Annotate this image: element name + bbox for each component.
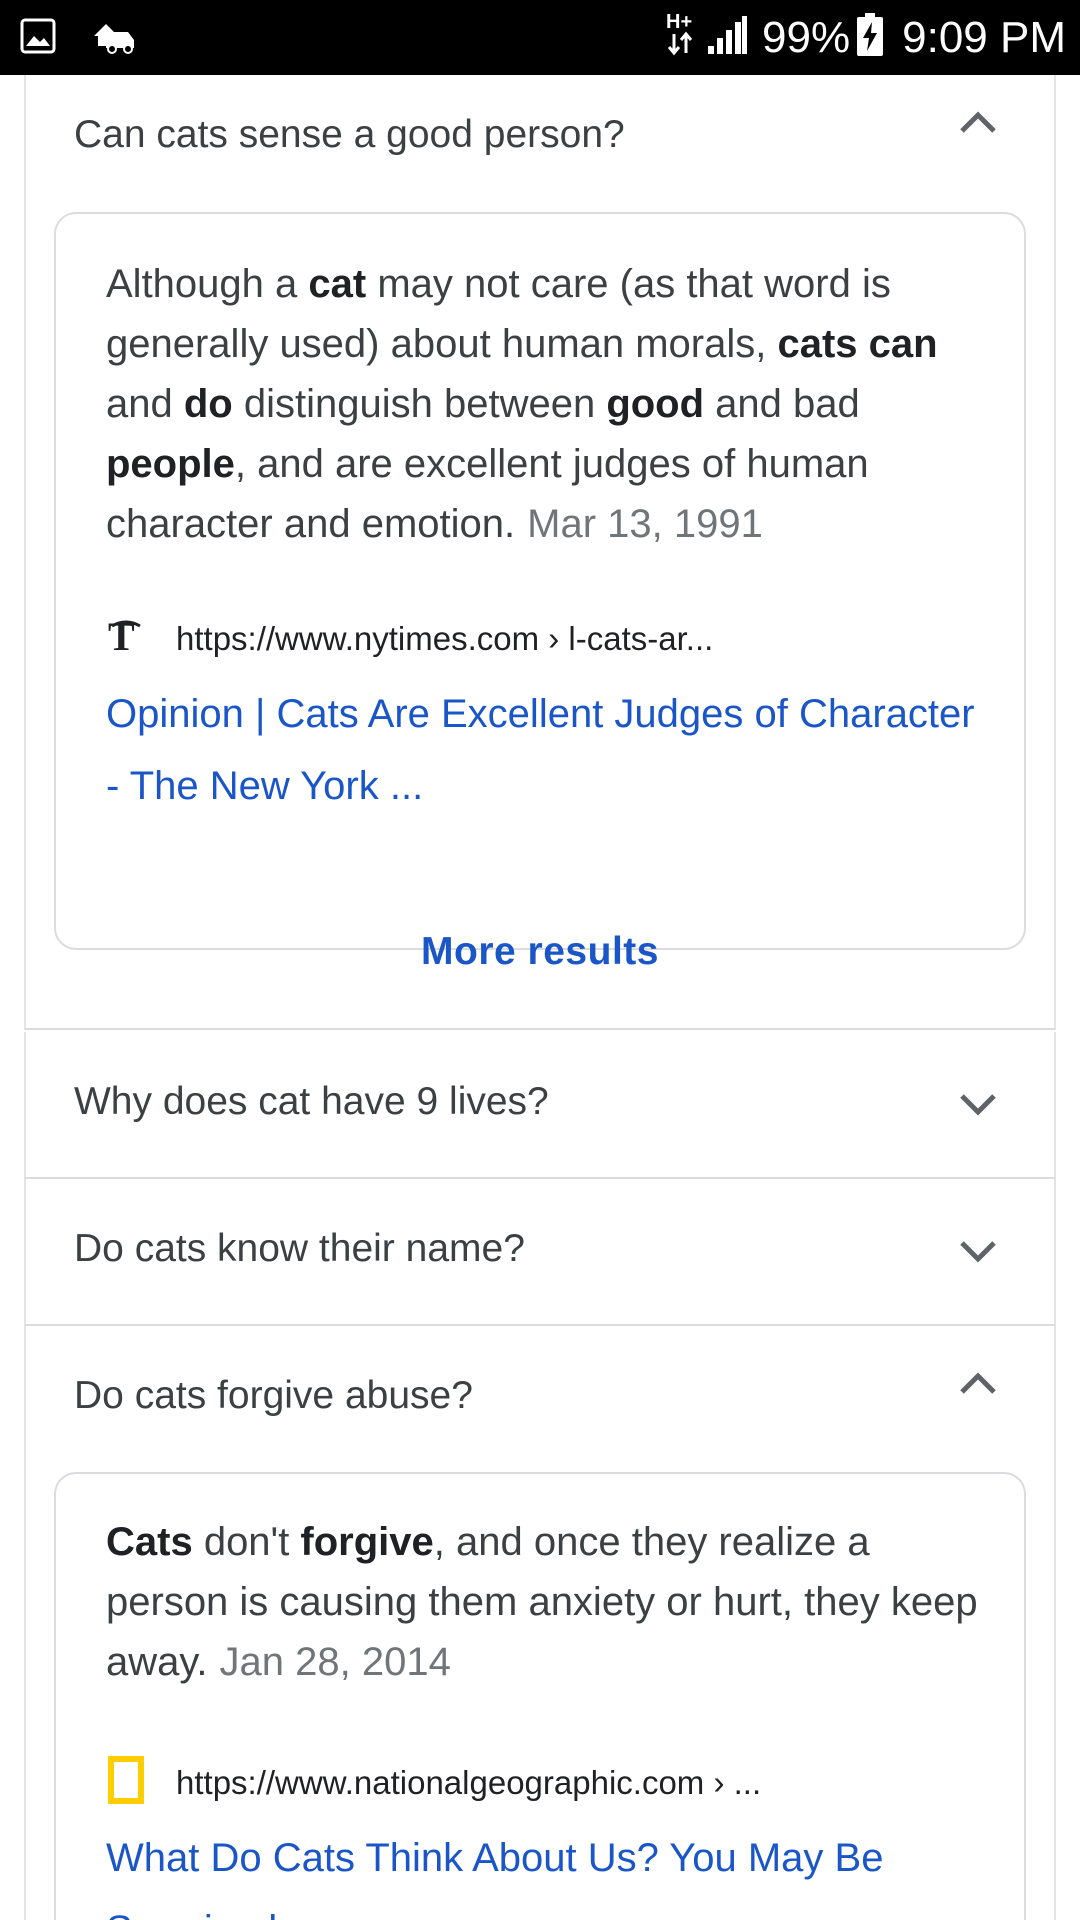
faq-question: Do cats forgive abuse? <box>74 1374 473 1417</box>
search-results-page: Can cats sense a good person? Although a… <box>0 75 1080 1920</box>
source-row[interactable]: https://www.nationalgeographic.com › ... <box>106 1756 761 1809</box>
faq-question-row[interactable]: Why does cat have 9 lives? <box>24 1032 1056 1179</box>
answer-text-segment: do <box>183 382 233 426</box>
natgeo-logo-icon <box>106 1756 146 1809</box>
answer-text: Although a cat may not care (as that wor… <box>106 254 986 554</box>
gallery-icon <box>20 18 56 59</box>
source-url[interactable]: https://www.nytimes.com › l-cats-ar... <box>176 620 713 658</box>
answer-text-segment: and bad <box>704 382 860 426</box>
answer-card-4: Cats don't forgive, and once they realiz… <box>54 1472 1026 1920</box>
chevron-down-icon[interactable] <box>958 1090 998 1125</box>
answer-date: Jan 28, 2014 <box>219 1640 451 1684</box>
battery-charging-icon <box>856 13 884 62</box>
answer-text-segment: Although a <box>106 262 309 306</box>
battery-percent: 99% <box>762 12 851 62</box>
faq-question-row[interactable]: Can cats sense a good person? <box>26 75 1054 205</box>
answer-text-segment: good <box>606 382 705 426</box>
result-title-link[interactable]: Opinion | Cats Are Excellent Judges of C… <box>106 678 986 822</box>
faq-question-row[interactable]: Do cats know their name? <box>24 1179 1056 1326</box>
answer-text-segment: cats can <box>777 322 938 366</box>
faq-question: Why does cat have 9 lives? <box>74 1080 549 1123</box>
svg-text:H+: H+ <box>666 11 692 33</box>
answer-text-segment: people <box>106 442 235 486</box>
status-bar-right: H+ 99% 9:09 PM <box>666 0 1066 75</box>
answer-card-1: Although a cat may not care (as that wor… <box>54 212 1026 950</box>
result-title-link[interactable]: What Do Cats Think About Us? You May Be … <box>106 1822 986 1920</box>
signal-icon <box>706 14 748 61</box>
clock: 9:09 PM <box>902 12 1066 62</box>
faq-question-row[interactable]: Do cats forgive abuse? <box>26 1326 1054 1466</box>
answer-text-segment: and <box>106 382 184 426</box>
network-hplus-icon: H+ <box>666 10 696 65</box>
source-row[interactable]: T https://www.nytimes.com › l-cats-ar... <box>106 614 713 663</box>
answer-text-segment: cat <box>308 262 367 306</box>
answer-text-segment: Cats <box>106 1520 193 1564</box>
chevron-down-icon[interactable] <box>958 1237 998 1272</box>
nytimes-logo-icon: T <box>106 614 146 663</box>
chevron-up-icon[interactable] <box>958 107 998 142</box>
answer-text-segment: don't <box>192 1520 301 1564</box>
answer-date: Mar 13, 1991 <box>527 502 763 546</box>
svg-text:T: T <box>108 614 135 658</box>
chevron-up-icon[interactable] <box>958 1368 998 1403</box>
faq-question: Can cats sense a good person? <box>74 113 625 156</box>
more-results-button[interactable]: More results <box>0 930 1080 974</box>
source-url[interactable]: https://www.nationalgeographic.com › ... <box>176 1764 761 1802</box>
faq-question: Do cats know their name? <box>74 1227 525 1270</box>
car-notification-icon <box>92 18 136 59</box>
status-bar-left <box>20 18 136 59</box>
status-bar: H+ 99% 9:09 PM <box>0 0 1080 75</box>
answer-text-segment: forgive <box>300 1520 434 1564</box>
answer-text-segment: distinguish between <box>232 382 607 426</box>
answer-text: Cats don't forgive, and once they realiz… <box>106 1512 986 1692</box>
